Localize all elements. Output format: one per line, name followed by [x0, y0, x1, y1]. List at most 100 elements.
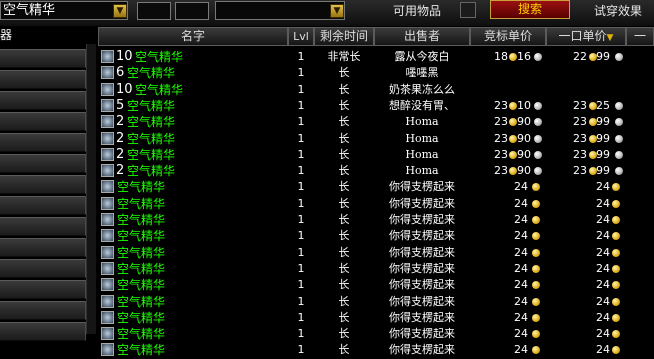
item-icon[interactable]: [101, 310, 114, 324]
category-scrollbar[interactable]: [86, 44, 96, 334]
table-row[interactable]: 2 空气精华 1 长 Homa 23 90 23 99: [98, 131, 654, 147]
column-header-level[interactable]: Lvl: [288, 27, 314, 46]
item-level: 1: [297, 131, 305, 145]
item-icon[interactable]: [101, 147, 114, 161]
buyout-gold: 23: [573, 164, 587, 178]
table-row[interactable]: 空气精华 1 长 你得支楞起来 24 24: [98, 212, 654, 228]
item-name[interactable]: 空气精华: [127, 147, 175, 163]
table-row[interactable]: 空气精华 1 长 你得支楞起来 24 24: [98, 326, 654, 342]
seller-name: 你得支楞起来: [389, 229, 455, 243]
max-level-input[interactable]: [175, 2, 209, 20]
item-icon[interactable]: [101, 294, 114, 308]
item-name[interactable]: 空气精华: [117, 196, 165, 212]
item-name[interactable]: 空气精华: [135, 82, 183, 98]
item-icon[interactable]: [101, 245, 114, 259]
item-icon[interactable]: [101, 213, 114, 226]
table-row[interactable]: 空气精华 1 长 你得支楞起来 24 24: [98, 245, 654, 261]
search-button[interactable]: 搜索: [490, 0, 570, 19]
item-icon[interactable]: [101, 115, 114, 129]
category-item[interactable]: [0, 112, 86, 131]
item-name[interactable]: 空气精华: [117, 245, 165, 261]
item-name[interactable]: 空气精华: [127, 98, 175, 114]
item-name[interactable]: 空气精华: [117, 179, 165, 195]
buyout-silver: 99: [596, 147, 610, 161]
table-row[interactable]: 10 空气精华 1 长 奶茶果冻么么: [98, 82, 654, 98]
seller-name: 奶茶果冻么么: [389, 82, 455, 96]
item-icon[interactable]: [101, 131, 114, 145]
category-header: 器: [0, 26, 42, 44]
item-icon[interactable]: [101, 278, 114, 292]
table-row[interactable]: 2 空气精华 1 长 Homa 23 90 23 99: [98, 163, 654, 179]
column-header-name[interactable]: 名字: [98, 27, 288, 46]
category-item[interactable]: [0, 133, 86, 152]
table-row[interactable]: 空气精华 1 长 你得支楞起来 24 24: [98, 228, 654, 244]
category-item[interactable]: [0, 301, 86, 320]
item-name[interactable]: 空气精华: [117, 326, 165, 342]
table-row[interactable]: 空气精华 1 长 你得支楞起来 24 24: [98, 294, 654, 310]
column-header-seller[interactable]: 出售者: [374, 27, 470, 46]
table-row[interactable]: 空气精华 1 长 你得支楞起来 24 24: [98, 261, 654, 277]
table-row[interactable]: 空气精华 1 长 你得支楞起来 24 24: [98, 342, 654, 358]
item-name[interactable]: 空气精华: [127, 114, 175, 130]
bid-silver: 90: [517, 164, 531, 178]
silver-coin-icon: [615, 53, 623, 61]
column-header-buyout[interactable]: 一口单价▼: [546, 27, 626, 46]
item-name[interactable]: 空气精华: [117, 228, 165, 244]
table-row[interactable]: 空气精华 1 长 你得支楞起来 24 24: [98, 196, 654, 212]
search-input[interactable]: 空气精华: [0, 1, 128, 20]
item-icon[interactable]: [101, 50, 114, 63]
item-icon[interactable]: [101, 180, 114, 194]
item-name[interactable]: 空气精华: [117, 294, 165, 310]
quality-dropdown[interactable]: [215, 1, 345, 20]
table-row[interactable]: 2 空气精华 1 长 Homa 23 90 23 99: [98, 147, 654, 163]
item-icon[interactable]: [101, 82, 114, 96]
usable-items-checkbox[interactable]: [460, 2, 476, 18]
category-item[interactable]: [0, 175, 86, 194]
column-header-bid[interactable]: 竞标单价: [470, 27, 546, 46]
item-name[interactable]: 空气精华: [127, 163, 175, 179]
category-item[interactable]: [0, 280, 86, 299]
table-row[interactable]: 空气精华 1 长 你得支楞起来 24 24: [98, 310, 654, 326]
category-item[interactable]: [0, 70, 86, 89]
item-icon[interactable]: [101, 343, 114, 357]
table-row[interactable]: 10 空气精华 1 非常长 露从今夜白 18 16 22 99: [98, 49, 654, 65]
item-icon[interactable]: [101, 261, 114, 275]
search-dropdown-icon[interactable]: ▼: [113, 4, 127, 18]
item-name[interactable]: 空气精华: [135, 49, 183, 65]
item-name[interactable]: 空气精华: [117, 261, 165, 277]
table-row[interactable]: 空气精华 1 长 你得支楞起来 24 24: [98, 179, 654, 195]
item-name[interactable]: 空气精华: [117, 342, 165, 358]
gold-coin-icon: [532, 216, 540, 224]
silver-coin-icon: [534, 134, 542, 143]
item-name[interactable]: 空气精华: [127, 131, 175, 147]
table-row[interactable]: 6 空气精华 1 长 嚜嚜黑: [98, 65, 654, 81]
category-item[interactable]: [0, 154, 86, 173]
item-icon[interactable]: [101, 164, 114, 178]
item-name[interactable]: 空气精华: [117, 212, 165, 228]
item-icon[interactable]: [101, 66, 114, 80]
item-icon[interactable]: [101, 98, 114, 112]
table-row[interactable]: 2 空气精华 1 长 Homa 23 90 23 99: [98, 114, 654, 130]
column-header-time-left[interactable]: 剩余时间: [314, 27, 374, 46]
column-header-extra[interactable]: 一: [626, 27, 654, 46]
item-name[interactable]: 空气精华: [127, 65, 175, 81]
time-left: 长: [338, 343, 350, 357]
category-item[interactable]: [0, 322, 86, 341]
table-row[interactable]: 空气精华 1 长 你得支楞起来 24 24: [98, 277, 654, 293]
gold-coin-icon: [612, 330, 620, 339]
quality-dropdown-icon[interactable]: ▼: [330, 4, 344, 18]
item-name[interactable]: 空气精华: [117, 310, 165, 326]
category-item[interactable]: [0, 238, 86, 257]
category-item[interactable]: [0, 196, 86, 215]
category-item[interactable]: [0, 259, 86, 278]
category-item[interactable]: [0, 91, 86, 110]
buyout-silver: 99: [596, 115, 610, 129]
category-item[interactable]: [0, 217, 86, 236]
category-item[interactable]: [0, 49, 86, 68]
item-name[interactable]: 空气精华: [117, 277, 165, 293]
item-icon[interactable]: [101, 196, 114, 210]
item-icon[interactable]: [101, 229, 114, 243]
min-level-input[interactable]: [137, 2, 171, 20]
table-row[interactable]: 5 空气精华 1 长 想醉没有胃、 23 10 23 25: [98, 98, 654, 114]
buyout-gold: 24: [596, 327, 610, 341]
